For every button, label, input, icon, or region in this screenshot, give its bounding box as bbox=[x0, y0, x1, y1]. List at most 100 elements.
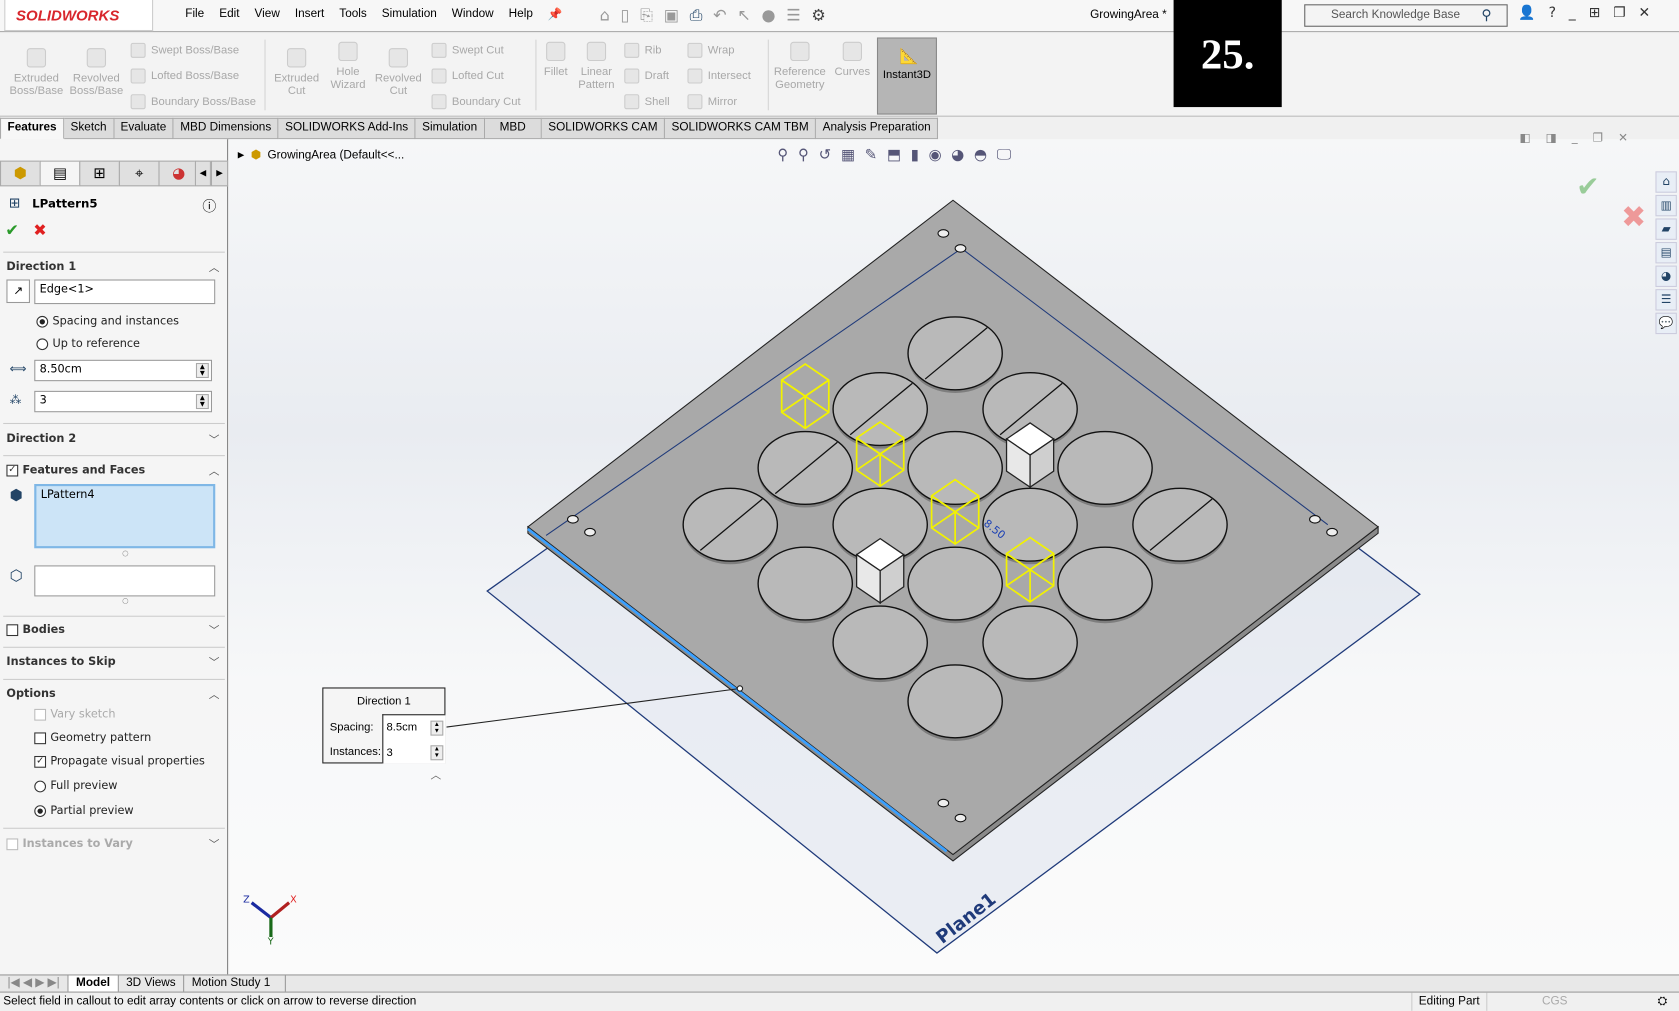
tile-icon[interactable]: ⊞ bbox=[1589, 5, 1601, 21]
tab-3d-views[interactable]: 3D Views bbox=[119, 975, 185, 992]
feature-manager-tab-icon[interactable]: ⬢ bbox=[0, 160, 41, 187]
search-knowledge-base-input[interactable]: Search Knowledge Base ⚲ bbox=[1304, 4, 1508, 27]
display-manager-tab-icon[interactable]: ◕ bbox=[158, 160, 200, 187]
instances-to-skip-header[interactable]: Instances to Skip bbox=[6, 655, 115, 668]
units-selector[interactable]: CGS bbox=[1542, 993, 1568, 1011]
minimize-icon[interactable]: _ bbox=[1569, 5, 1576, 21]
faces-to-pattern-list[interactable] bbox=[34, 565, 216, 597]
resize-handle[interactable]: ○ bbox=[122, 549, 129, 558]
extruded-cut-button[interactable]: Extruded Cut bbox=[270, 48, 324, 97]
menu-insert[interactable]: Insert bbox=[287, 7, 331, 21]
curves-button[interactable]: Curves bbox=[833, 41, 872, 78]
propagate-visual-properties-checkbox[interactable]: ✓ Propagate visual properties bbox=[34, 755, 205, 768]
section-view-icon[interactable]: ▦ bbox=[841, 147, 855, 164]
help-icon[interactable]: ⓘ bbox=[202, 195, 216, 215]
cancel-button[interactable]: ✖ bbox=[33, 221, 46, 240]
options-header[interactable]: Options bbox=[6, 687, 55, 700]
next-view-icon[interactable]: ◨ bbox=[1546, 131, 1557, 145]
collapse-chevron-icon[interactable]: ︿ bbox=[209, 685, 220, 702]
apply-scene-icon[interactable]: ◓ bbox=[974, 147, 987, 164]
tab-mbd[interactable]: MBD bbox=[484, 117, 542, 140]
lofted-boss-button[interactable]: Lofted Boss/Base bbox=[130, 68, 239, 84]
mirror-button[interactable]: Mirror bbox=[687, 94, 737, 110]
fillet-button[interactable]: Fillet bbox=[540, 41, 572, 78]
wrap-button[interactable]: Wrap bbox=[687, 42, 734, 58]
tab-evaluate[interactable]: Evaluate bbox=[114, 117, 174, 140]
geometry-pattern-checkbox[interactable]: Geometry pattern bbox=[34, 731, 151, 744]
appearances-icon[interactable]: ◕ bbox=[1655, 265, 1677, 287]
features-to-pattern-list[interactable]: LPattern4 bbox=[34, 483, 216, 549]
display-style-icon[interactable]: ▮ bbox=[911, 147, 919, 164]
save-icon[interactable]: ▣ bbox=[664, 5, 679, 24]
menu-window[interactable]: Window bbox=[444, 7, 501, 21]
lofted-cut-button[interactable]: Lofted Cut bbox=[431, 68, 504, 84]
collapse-chevron-icon[interactable]: ︿ bbox=[209, 462, 220, 478]
menu-tools[interactable]: Tools bbox=[332, 7, 374, 21]
reverse-direction-button[interactable]: ↗ bbox=[6, 279, 30, 304]
view-settings-icon[interactable]: 🖵 bbox=[997, 147, 1011, 164]
menu-help[interactable]: Help bbox=[501, 7, 540, 21]
hole-wizard-button[interactable]: Hole Wizard bbox=[323, 41, 372, 91]
help-icon[interactable]: ? bbox=[1549, 5, 1556, 21]
rebuild-icon[interactable]: ● bbox=[762, 5, 776, 24]
expand-arrow-icon[interactable]: ▶ bbox=[238, 150, 245, 160]
rebuild-status-icon[interactable]: ⛭ bbox=[1658, 993, 1667, 1011]
linear-pattern-button[interactable]: Linear Pattern bbox=[574, 41, 619, 91]
custom-properties-icon[interactable]: ☰ bbox=[1655, 289, 1677, 311]
menu-edit[interactable]: Edit bbox=[212, 7, 247, 21]
hide-show-icon[interactable]: ◉ bbox=[929, 147, 942, 164]
callout-spacing-input[interactable]: 8.5cm bbox=[387, 721, 418, 734]
pin-icon[interactable]: 📌 bbox=[540, 7, 570, 22]
vary-sketch-checkbox[interactable]: Vary sketch bbox=[34, 708, 115, 721]
user-icon[interactable]: 👤 bbox=[1518, 5, 1535, 21]
ok-button[interactable]: ✔ bbox=[5, 221, 18, 240]
revolved-cut-button[interactable]: Revolved Cut bbox=[373, 48, 424, 97]
scroll-right-icon[interactable]: ▶ bbox=[210, 160, 229, 187]
file-explorer-icon[interactable]: ▰ bbox=[1655, 218, 1677, 240]
close-icon[interactable]: ✕ bbox=[1638, 5, 1650, 21]
undo-icon[interactable]: ↶ bbox=[713, 5, 726, 24]
expand-chevron-icon[interactable]: ﹀ bbox=[209, 430, 220, 447]
instances-spinner[interactable]: ▲ ▼ bbox=[430, 745, 444, 761]
dynamic-annotation-icon[interactable]: ✎ bbox=[865, 147, 878, 164]
options-gear-icon[interactable]: ⚙ bbox=[811, 5, 825, 24]
instant3d-button[interactable]: 📐 Instant3D bbox=[876, 37, 937, 115]
instances-input[interactable]: 3 ▲ ▼ bbox=[34, 390, 213, 413]
design-library-icon[interactable]: ▥ bbox=[1655, 194, 1677, 217]
tab-solidworks-cam[interactable]: SOLIDWORKS CAM bbox=[541, 117, 666, 140]
view-orientation-icon[interactable]: ⬒ bbox=[887, 147, 901, 164]
spacing-spinner[interactable]: ▲ ▼ bbox=[195, 362, 209, 378]
expand-chevron-icon[interactable]: ﹀ bbox=[209, 835, 220, 851]
swept-cut-button[interactable]: Swept Cut bbox=[431, 42, 504, 58]
restore-icon[interactable]: ❐ bbox=[1593, 131, 1604, 145]
tab-sketch[interactable]: Sketch bbox=[64, 117, 115, 140]
boundary-boss-button[interactable]: Boundary Boss/Base bbox=[130, 94, 256, 110]
spacing-input[interactable]: 8.50cm ▲ ▼ bbox=[34, 359, 213, 382]
tab-features[interactable]: Features bbox=[0, 117, 65, 140]
features-and-faces-checkbox[interactable]: ✓ Features and Faces bbox=[6, 464, 145, 477]
tab-scroll-buttons[interactable]: |◀ ◀ ▶ ▶| bbox=[0, 975, 69, 992]
search-icon[interactable]: ⚲ bbox=[1481, 6, 1491, 23]
file-properties-icon[interactable]: ☰ bbox=[786, 5, 800, 24]
spacing-and-instances-radio[interactable]: Spacing and instances bbox=[36, 315, 179, 328]
menu-view[interactable]: View bbox=[247, 7, 287, 21]
list-item[interactable]: LPattern4 bbox=[41, 488, 95, 501]
tab-analysis-preparation[interactable]: Analysis Preparation bbox=[816, 117, 939, 140]
tab-solidworks-addins[interactable]: SOLIDWORKS Add-Ins bbox=[278, 117, 416, 140]
configuration-manager-tab-icon[interactable]: ⊞ bbox=[79, 160, 120, 187]
direction2-header[interactable]: Direction 2 bbox=[6, 433, 76, 446]
ok-confirm-icon[interactable]: ✔ bbox=[1576, 171, 1599, 203]
spacing-spinner[interactable]: ▲ ▼ bbox=[430, 720, 444, 736]
swept-boss-button[interactable]: Swept Boss/Base bbox=[130, 42, 239, 58]
collapse-chevron-icon[interactable]: ︿ bbox=[430, 766, 441, 782]
forum-icon[interactable]: 💬 bbox=[1655, 312, 1677, 335]
expand-chevron-icon[interactable]: ﹀ bbox=[209, 621, 220, 637]
full-preview-radio[interactable]: Full preview bbox=[34, 780, 117, 792]
boundary-cut-button[interactable]: Boundary Cut bbox=[431, 94, 521, 110]
model-view[interactable]: Plane1 8.50 Z X Y bbox=[229, 139, 1679, 974]
solidworks-logo[interactable]: SOLIDWORKS bbox=[4, 0, 154, 32]
cancel-confirm-icon[interactable]: ✖ bbox=[1621, 199, 1646, 234]
open-icon[interactable]: ⎘ bbox=[640, 5, 653, 24]
menu-simulation[interactable]: Simulation bbox=[374, 7, 444, 21]
up-to-reference-radio[interactable]: Up to reference bbox=[36, 337, 140, 350]
